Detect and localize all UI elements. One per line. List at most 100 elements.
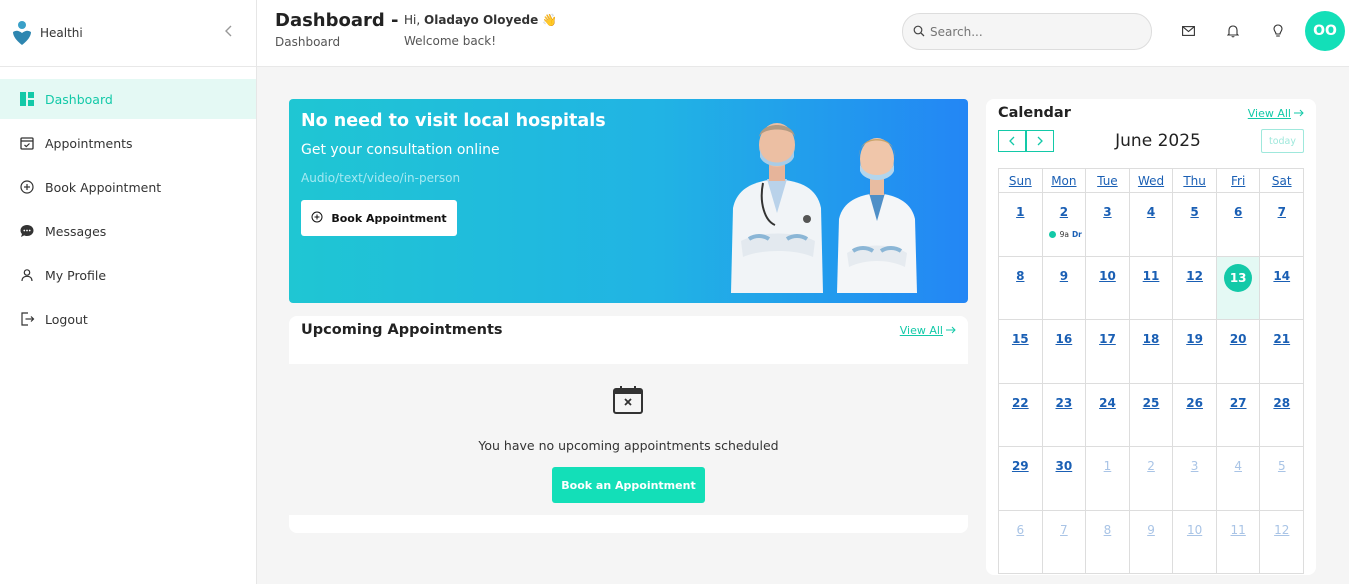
day-number[interactable]: 3 bbox=[1173, 459, 1216, 473]
day-number[interactable]: 27 bbox=[1217, 396, 1260, 410]
lightbulb-icon[interactable] bbox=[1270, 23, 1286, 39]
weekday-header[interactable]: Sat bbox=[1260, 169, 1305, 193]
sidebar-item-messages[interactable]: Messages bbox=[0, 211, 256, 251]
day-number[interactable]: 8 bbox=[1086, 523, 1129, 537]
calendar-day-cell[interactable]: 18 bbox=[1129, 320, 1174, 384]
calendar-day-cell[interactable]: 22 bbox=[999, 383, 1043, 447]
day-number[interactable]: 22 bbox=[999, 396, 1042, 410]
day-number[interactable]: 28 bbox=[1260, 396, 1303, 410]
today-day-number[interactable]: 13 bbox=[1217, 263, 1260, 292]
day-number[interactable]: 2 bbox=[1043, 205, 1086, 219]
day-number[interactable]: 17 bbox=[1086, 332, 1129, 346]
calendar-day-cell[interactable]: 2 9a Dr bbox=[1042, 193, 1087, 257]
day-number[interactable]: 12 bbox=[1260, 523, 1303, 537]
calendar-day-cell[interactable]: 14 bbox=[1260, 256, 1305, 320]
day-number[interactable]: 10 bbox=[1086, 269, 1129, 283]
search-box[interactable] bbox=[902, 13, 1152, 50]
day-number[interactable]: 7 bbox=[1260, 205, 1303, 219]
day-number[interactable]: 15 bbox=[999, 332, 1042, 346]
calendar-day-cell[interactable]: 27 bbox=[1216, 383, 1261, 447]
calendar-day-cell[interactable]: 3 bbox=[1173, 447, 1217, 511]
calendar-day-cell[interactable]: 21 bbox=[1260, 320, 1305, 384]
day-number[interactable]: 9 bbox=[1130, 523, 1173, 537]
day-number[interactable]: 3 bbox=[1086, 205, 1129, 219]
day-number[interactable]: 5 bbox=[1260, 459, 1303, 473]
day-number[interactable]: 14 bbox=[1260, 269, 1303, 283]
day-number[interactable]: 10 bbox=[1173, 523, 1216, 537]
next-month-button[interactable] bbox=[1026, 130, 1054, 152]
calendar-day-cell[interactable]: 23 bbox=[1042, 383, 1087, 447]
today-button[interactable]: today bbox=[1261, 129, 1304, 153]
mail-icon[interactable] bbox=[1180, 23, 1196, 39]
collapse-sidebar-icon[interactable] bbox=[224, 25, 232, 41]
calendar-day-cell[interactable]: 11 bbox=[1129, 256, 1174, 320]
prev-month-button[interactable] bbox=[998, 130, 1026, 152]
sidebar-item-logout[interactable]: Logout bbox=[0, 299, 256, 339]
calendar-day-cell[interactable]: 10 bbox=[1173, 510, 1217, 574]
calendar-day-cell[interactable]: 8 bbox=[999, 256, 1043, 320]
day-number[interactable]: 20 bbox=[1217, 332, 1260, 346]
day-number[interactable]: 4 bbox=[1130, 205, 1173, 219]
calendar-day-cell[interactable]: 16 bbox=[1042, 320, 1087, 384]
day-number[interactable]: 19 bbox=[1173, 332, 1216, 346]
day-number[interactable]: 4 bbox=[1217, 459, 1260, 473]
calendar-day-cell[interactable]: 3 bbox=[1086, 193, 1130, 257]
day-number[interactable]: 1 bbox=[999, 205, 1042, 219]
upcoming-view-all-link[interactable]: View All bbox=[900, 324, 956, 337]
day-number[interactable]: 5 bbox=[1173, 205, 1216, 219]
calendar-day-cell[interactable]: 28 bbox=[1260, 383, 1305, 447]
calendar-day-cell[interactable]: 9 bbox=[1129, 510, 1174, 574]
weekday-header[interactable]: Fri bbox=[1216, 169, 1261, 193]
weekday-header[interactable]: Mon bbox=[1042, 169, 1087, 193]
calendar-day-cell[interactable]: 9 bbox=[1042, 256, 1087, 320]
calendar-day-cell[interactable]: 6 bbox=[999, 510, 1043, 574]
calendar-day-cell[interactable]: 17 bbox=[1086, 320, 1130, 384]
weekday-header[interactable]: Sun bbox=[999, 169, 1043, 193]
day-number[interactable]: 29 bbox=[999, 459, 1042, 473]
calendar-day-cell[interactable]: 24 bbox=[1086, 383, 1130, 447]
bell-icon[interactable] bbox=[1225, 23, 1241, 39]
sidebar-item-book-appointment[interactable]: Book Appointment bbox=[0, 167, 256, 207]
sidebar-item-appointments[interactable]: Appointments bbox=[0, 123, 256, 163]
calendar-day-cell[interactable]: 15 bbox=[999, 320, 1043, 384]
day-number[interactable]: 12 bbox=[1173, 269, 1216, 283]
calendar-day-cell[interactable]: 25 bbox=[1129, 383, 1174, 447]
calendar-day-cell[interactable]: 19 bbox=[1173, 320, 1217, 384]
weekday-header[interactable]: Tue bbox=[1086, 169, 1130, 193]
day-number[interactable]: 24 bbox=[1086, 396, 1129, 410]
book-an-appointment-button[interactable]: Book an Appointment bbox=[552, 467, 705, 503]
day-number[interactable]: 21 bbox=[1260, 332, 1303, 346]
calendar-view-all-link[interactable]: View All bbox=[1248, 107, 1304, 120]
day-number[interactable]: 11 bbox=[1217, 523, 1260, 537]
calendar-day-cell[interactable]: 7 bbox=[1042, 510, 1087, 574]
day-number[interactable]: 16 bbox=[1043, 332, 1086, 346]
calendar-day-cell[interactable]: 11 bbox=[1216, 510, 1261, 574]
calendar-day-cell[interactable]: 6 bbox=[1216, 193, 1261, 257]
calendar-day-cell[interactable]: 12 bbox=[1173, 256, 1217, 320]
day-number[interactable]: 26 bbox=[1173, 396, 1216, 410]
calendar-day-cell[interactable]: 12 bbox=[1260, 510, 1305, 574]
day-number[interactable]: 2 bbox=[1130, 459, 1173, 473]
calendar-day-cell[interactable]: 4 bbox=[1216, 447, 1261, 511]
day-number[interactable]: 1 bbox=[1086, 459, 1129, 473]
calendar-day-cell[interactable]: 1 bbox=[999, 193, 1043, 257]
search-input[interactable] bbox=[930, 24, 1130, 39]
day-number[interactable]: 25 bbox=[1130, 396, 1173, 410]
calendar-event[interactable]: 9a Dr bbox=[1048, 230, 1087, 239]
avatar[interactable]: OO bbox=[1305, 11, 1345, 51]
calendar-day-cell[interactable]: 8 bbox=[1086, 510, 1130, 574]
weekday-header[interactable]: Wed bbox=[1129, 169, 1174, 193]
day-number[interactable]: 8 bbox=[999, 269, 1042, 283]
calendar-day-cell[interactable]: 13 bbox=[1216, 256, 1261, 320]
calendar-day-cell[interactable]: 30 bbox=[1042, 447, 1087, 511]
calendar-day-cell[interactable]: 1 bbox=[1086, 447, 1130, 511]
calendar-day-cell[interactable]: 20 bbox=[1216, 320, 1261, 384]
calendar-day-cell[interactable]: 7 bbox=[1260, 193, 1305, 257]
day-number[interactable]: 6 bbox=[1217, 205, 1260, 219]
calendar-day-cell[interactable]: 2 bbox=[1129, 447, 1174, 511]
calendar-day-cell[interactable]: 26 bbox=[1173, 383, 1217, 447]
calendar-day-cell[interactable]: 29 bbox=[999, 447, 1043, 511]
sidebar-item-my-profile[interactable]: My Profile bbox=[0, 255, 256, 295]
calendar-day-cell[interactable]: 5 bbox=[1260, 447, 1305, 511]
day-number[interactable]: 6 bbox=[999, 523, 1042, 537]
